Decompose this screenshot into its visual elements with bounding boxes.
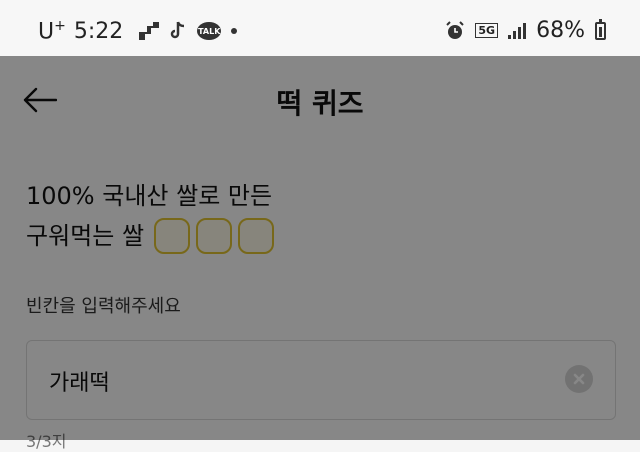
clock: 5:22 <box>73 18 124 44</box>
carrier-label: U+ <box>38 18 66 45</box>
answer-blank <box>154 218 191 254</box>
question-line-1: 100% 국내산 쌀로 만든 <box>26 182 273 210</box>
page-title: 떡 퀴즈 <box>276 87 364 120</box>
question-text: 구워먹는 쌀 <box>26 222 145 250</box>
kakaotalk-icon: TALK <box>197 22 222 41</box>
instruction-text: 빈칸을 입력해주세요 <box>26 296 181 317</box>
answer-value[interactable]: 가래떡 <box>49 365 110 397</box>
signal-icon <box>508 22 527 39</box>
network-type-icon: 5G <box>475 23 499 38</box>
clear-button[interactable] <box>565 365 593 393</box>
alarm-icon <box>446 20 465 39</box>
battery-icon <box>595 18 606 40</box>
quiz-question: 100% 국내산 쌀로 만든 구워먹는 쌀 <box>26 176 275 256</box>
question-line-2: 구워먹는 쌀 <box>26 216 275 256</box>
quiz-screen: 떡 퀴즈 100% 국내산 쌀로 만든 구워먹는 쌀 빈칸을 입력해주세요 가래… <box>0 56 640 451</box>
answer-input[interactable]: 가래떡 <box>26 340 616 420</box>
status-bar: U+ 5:22 TALK 5G 68% <box>0 0 640 56</box>
stepper-notification-icon <box>139 22 160 41</box>
battery-percent: 68% <box>536 18 585 43</box>
answer-blank <box>196 218 233 254</box>
answer-blanks <box>154 218 275 254</box>
status-left: U+ 5:22 TALK <box>38 18 238 45</box>
clear-icon <box>573 373 585 385</box>
tiktok-icon <box>171 21 185 39</box>
answer-blank <box>238 218 275 254</box>
status-right: 5G 68% <box>445 18 606 43</box>
progress-text: 3/3지 <box>26 432 67 451</box>
more-notifications-dot <box>231 28 238 35</box>
notification-icons: TALK <box>139 21 238 41</box>
